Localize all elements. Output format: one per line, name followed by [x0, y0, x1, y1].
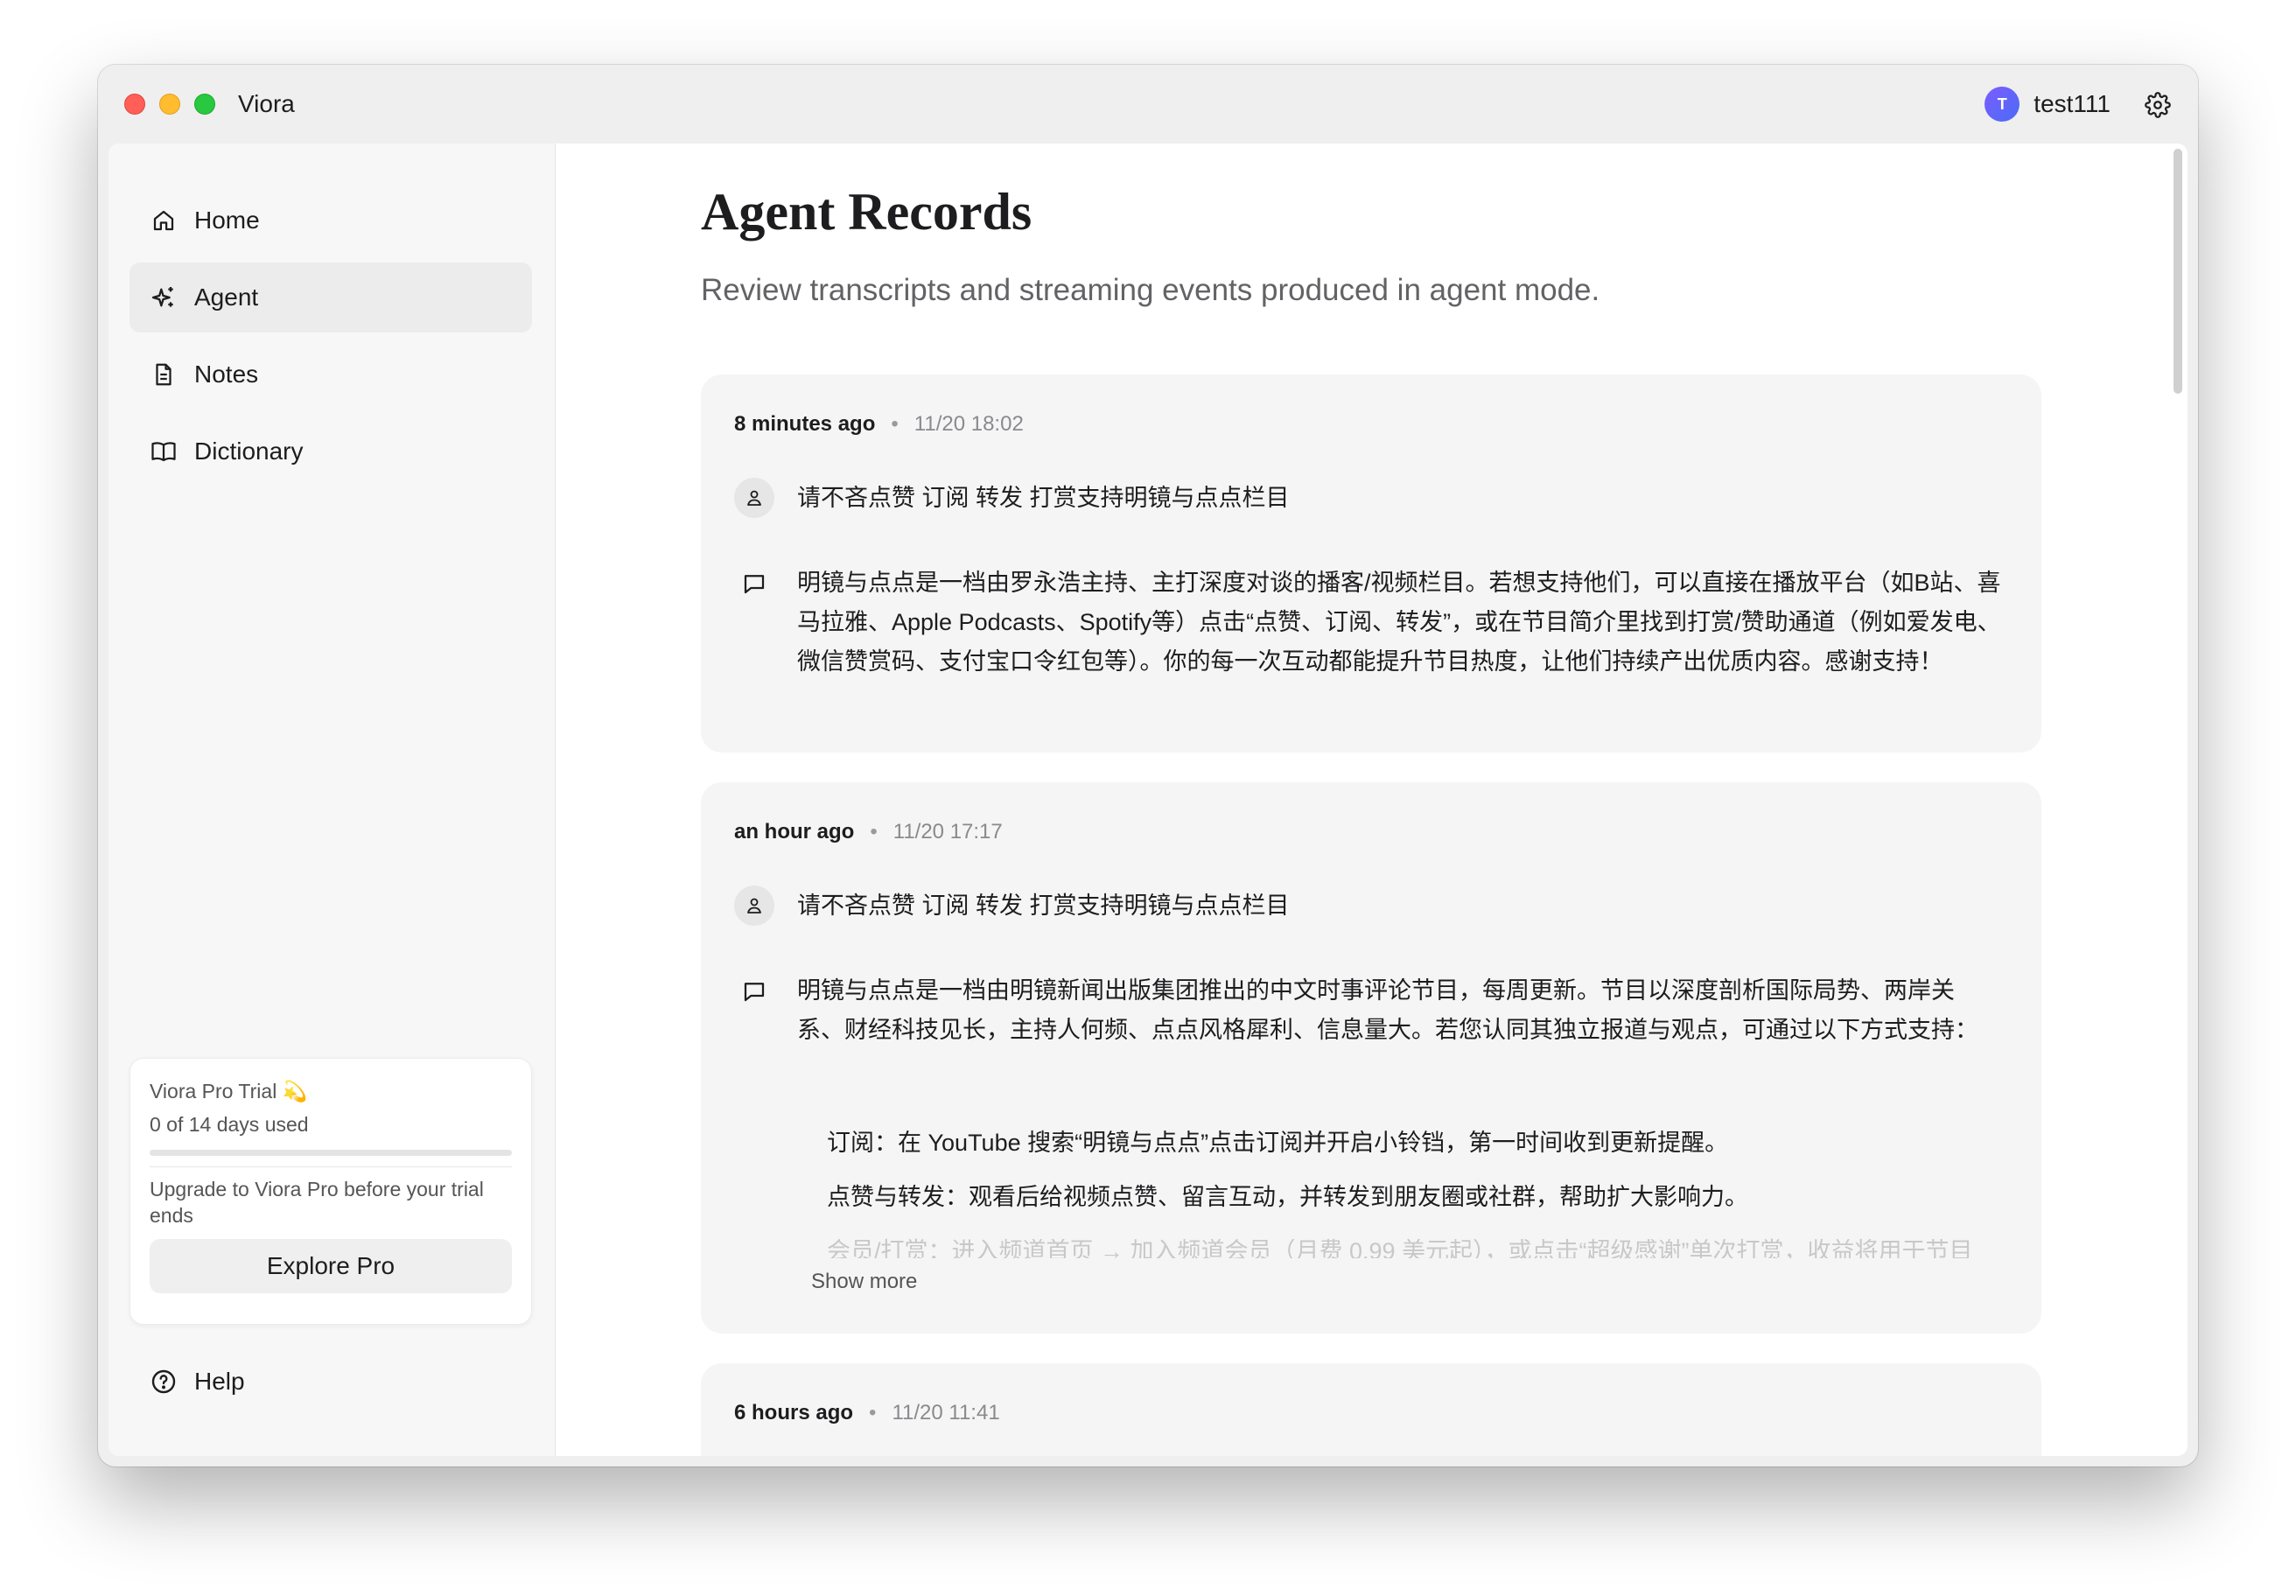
document-icon: [149, 360, 178, 389]
relative-time: an hour ago: [734, 820, 855, 844]
sidebar-item-label: Agent: [194, 284, 259, 311]
help-button[interactable]: Help: [130, 1355, 245, 1408]
main-panel: Agent Records Review transcripts and str…: [556, 144, 2188, 1456]
sidebar-item-label: Home: [194, 206, 260, 234]
relative-time: 6 hours ago: [734, 1401, 854, 1424]
response-list: 订阅：在 YouTube 搜索“明镜与点点”点击订阅并开启小铃铛，第一时间收到更…: [827, 1124, 1973, 1258]
timestamp: 11/20 17:17: [892, 820, 1003, 844]
username: test111: [2034, 90, 2110, 117]
trial-card: Viora Pro Trial 💫 0 of 14 days used Upgr…: [130, 1058, 532, 1325]
help-label: Help: [194, 1368, 245, 1395]
prompt-text: 请不吝点赞 订阅 转发 打赏支持明镜与点点栏目: [797, 485, 1290, 511]
list-item: 订阅：在 YouTube 搜索“明镜与点点”点击订阅并开启小铃铛，第一时间收到更…: [827, 1130, 1729, 1156]
minimize-window-button[interactable]: [159, 94, 180, 115]
sidebar-item-label: Notes: [194, 360, 259, 388]
trial-days-used: 0 of 14 days used: [150, 1113, 309, 1136]
title-bar: Viora T test111: [98, 65, 2198, 144]
app-window: Viora T test111 Home Agent Notes Diction…: [98, 65, 2198, 1466]
scrollbar[interactable]: [2174, 149, 2182, 394]
relative-time: 8 minutes ago: [734, 412, 876, 436]
separator-dot: •: [891, 412, 899, 436]
settings-button[interactable]: [2140, 88, 2175, 122]
sidebar-item-home[interactable]: Home: [130, 186, 532, 256]
home-icon: [149, 206, 178, 235]
record-header: 8 minutes ago • 11/20 18:02: [734, 411, 1024, 438]
record-header: an hour ago • 11/20 17:17: [734, 819, 1003, 845]
timestamp: 11/20 11:41: [892, 1401, 1000, 1424]
agent-response: 明镜与点点是一档由罗永浩主持、主打深度对谈的播客/视频栏目。若想支持他们，可以直…: [734, 564, 2012, 682]
trial-title: Viora Pro Trial 💫: [150, 1080, 308, 1102]
user-icon: [734, 886, 774, 926]
agent-response: 明镜与点点是一档由明镜新闻出版集团推出的中文时事评论节目，每周更新。节目以深度剖…: [734, 971, 2012, 1050]
sidebar-item-dictionary[interactable]: Dictionary: [130, 416, 532, 486]
list-item: 点赞与转发：观看后给视频点赞、留言互动，并转发到朋友圈或社群，帮助扩大影响力。: [827, 1184, 1748, 1210]
user-icon: [734, 478, 774, 518]
explore-pro-button[interactable]: Explore Pro: [150, 1239, 512, 1293]
record-card: an hour ago • 11/20 17:17 请不吝点赞 订阅 转发 打赏…: [701, 782, 2041, 1334]
prompt-text: 请不吝点赞 订阅 转发 打赏支持明镜与点点栏目: [797, 892, 1290, 919]
separator-dot: •: [870, 820, 878, 844]
chat-bubble-icon: [734, 971, 774, 1012]
sidebar-item-agent[interactable]: Agent: [130, 262, 532, 332]
page-subtitle: Review transcripts and streaming events …: [701, 273, 1600, 307]
divider: [150, 1166, 512, 1167]
sidebar: Home Agent Notes Dictionary Viora Pro Tr…: [108, 144, 556, 1456]
help-icon: [149, 1367, 178, 1396]
trial-message: Upgrade to Viora Pro before your trial e…: [150, 1178, 484, 1227]
response-text: 明镜与点点是一档由明镜新闻出版集团推出的中文时事评论节目，每周更新。节目以深度剖…: [797, 977, 1978, 1043]
sidebar-item-label: Dictionary: [194, 438, 304, 465]
user-message: 请不吝点赞 订阅 转发 打赏支持明镜与点点栏目: [734, 886, 2012, 926]
book-icon: [149, 437, 178, 466]
gear-icon: [2145, 92, 2171, 118]
app-title: Viora: [238, 90, 295, 117]
chat-bubble-icon: [734, 564, 774, 604]
separator-dot: •: [869, 1401, 877, 1424]
user-menu[interactable]: T test111: [1984, 86, 2110, 122]
record-header: 6 hours ago • 11/20 11:41: [734, 1400, 1000, 1426]
zoom-window-button[interactable]: [194, 94, 215, 115]
timestamp: 11/20 18:02: [914, 412, 1024, 436]
trial-progress-bar: [150, 1150, 512, 1156]
page-title: Agent Records: [701, 183, 1032, 241]
user-message: 请不吝点赞 订阅 转发 打赏支持明镜与点点栏目: [734, 478, 2012, 518]
sidebar-item-notes[interactable]: Notes: [130, 340, 532, 410]
list-item-truncated: 会员/打赏：进入频道首页 → 加入频道会员（月费 0.99 美元起），或点击“超…: [827, 1238, 1973, 1258]
record-card: 8 minutes ago • 11/20 18:02 请不吝点赞 订阅 转发 …: [701, 374, 2041, 752]
show-more-button[interactable]: Show more: [811, 1269, 917, 1295]
response-text: 明镜与点点是一档由罗永浩主持、主打深度对谈的播客/视频栏目。若想支持他们，可以直…: [797, 570, 2001, 675]
close-window-button[interactable]: [124, 94, 145, 115]
avatar: T: [1984, 87, 2020, 122]
sparkles-icon: [149, 283, 178, 312]
app-content: Home Agent Notes Dictionary Viora Pro Tr…: [108, 144, 2188, 1456]
record-card: 6 hours ago • 11/20 11:41: [701, 1363, 2041, 1456]
